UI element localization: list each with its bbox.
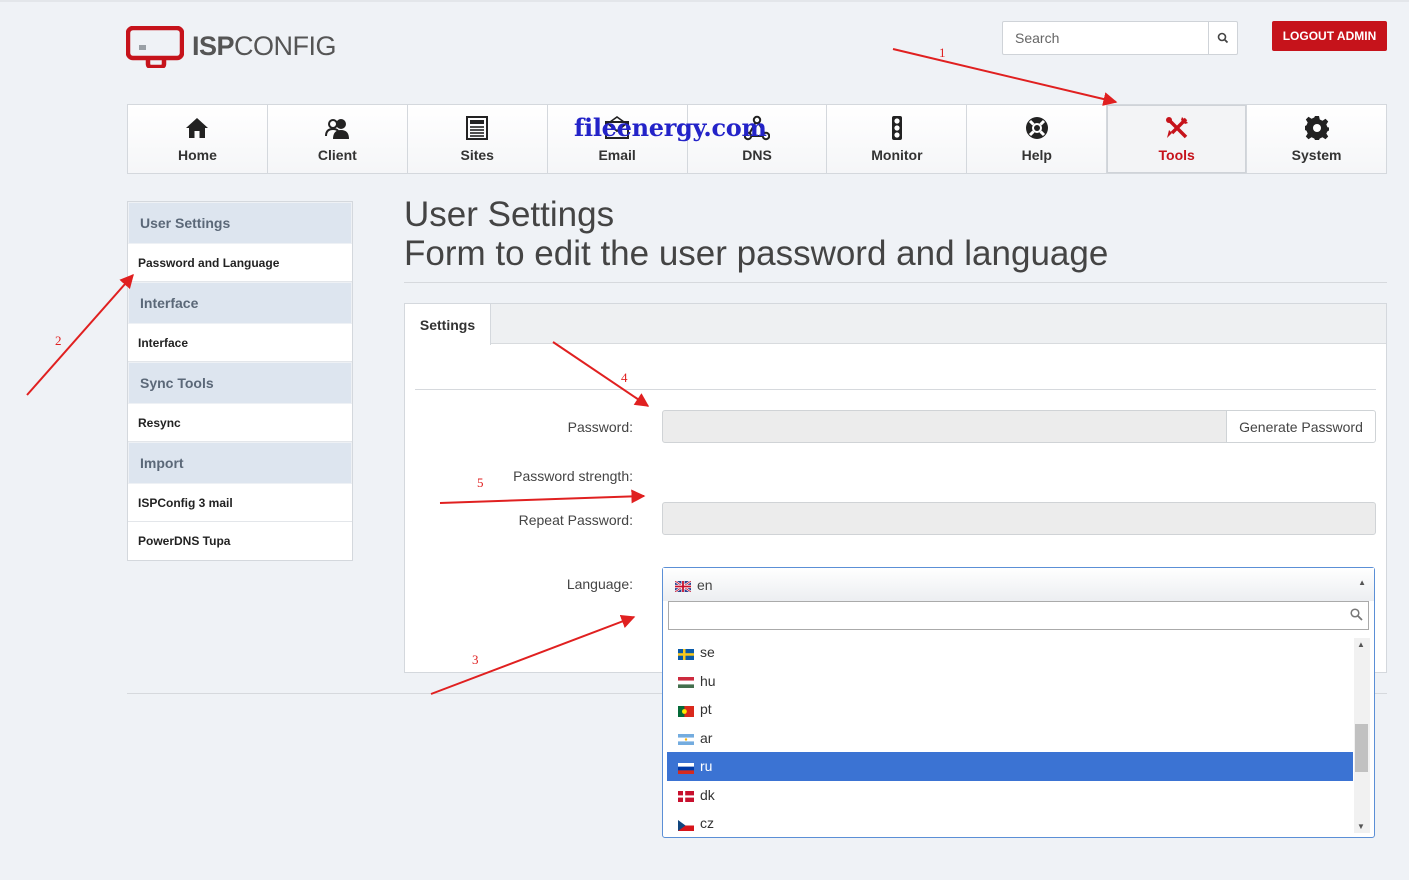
- language-option-pt[interactable]: pt: [667, 695, 1353, 724]
- sidebar-item-password-language[interactable]: Password and Language: [128, 244, 352, 282]
- logo-text: ISPCONFIG: [192, 30, 337, 61]
- nav-sites[interactable]: Sites: [407, 105, 548, 173]
- hungary-flag-icon: [678, 675, 694, 689]
- nav-label: DNS: [742, 147, 772, 163]
- logo-mark-icon: [125, 25, 185, 70]
- form-divider: [415, 389, 1376, 390]
- nav-label: Email: [598, 147, 636, 163]
- search-icon: [1217, 32, 1229, 44]
- sidebar-item-interface[interactable]: Interface: [128, 324, 352, 362]
- language-options: se hu pt ar ru dk cz: [667, 638, 1353, 838]
- gear-icon: [1304, 116, 1329, 140]
- nav-help[interactable]: Help: [967, 105, 1108, 173]
- nav-monitor[interactable]: Monitor: [827, 105, 968, 173]
- language-option-ar[interactable]: ar: [667, 724, 1353, 753]
- nav-label: Monitor: [871, 147, 923, 163]
- annotation-arrow-2: [26, 273, 134, 396]
- sidebar-section-import: Import: [128, 442, 352, 484]
- annotation-number-2: 2: [55, 333, 62, 348]
- annotation-arrow-1: [892, 48, 1118, 106]
- page-title: User Settings Form to edit the user pass…: [404, 195, 1108, 273]
- language-label: Language:: [566, 576, 633, 592]
- nav-home[interactable]: Home: [128, 105, 268, 173]
- tools-icon: [1165, 117, 1188, 139]
- option-label: cz: [700, 815, 714, 832]
- option-label: ru: [700, 758, 713, 775]
- sweden-flag-icon: [678, 647, 694, 660]
- nav-label: Client: [317, 147, 357, 163]
- sidebar-section-user-settings: User Settings: [128, 202, 352, 244]
- sidebar-item-powerdns-tupa[interactable]: PowerDNS Tupa: [128, 522, 352, 560]
- argentina-flag-icon: [678, 732, 694, 746]
- home-icon: [186, 118, 209, 138]
- tab-bar: [405, 304, 1386, 344]
- language-selected-value: en: [697, 576, 713, 593]
- password-field[interactable]: [662, 410, 1228, 443]
- uk-flag-icon: [674, 579, 692, 593]
- language-scrollbar[interactable]: ▲ ▼: [1354, 638, 1370, 833]
- users-icon: [325, 119, 350, 139]
- page-title-line1: User Settings: [404, 195, 615, 234]
- search-icon: [1350, 608, 1363, 621]
- traffic-light-icon: [891, 116, 902, 140]
- language-option-se[interactable]: se: [667, 638, 1353, 667]
- life-ring-icon: [1025, 117, 1048, 139]
- logout-button[interactable]: LOGOUT ADMIN: [1272, 21, 1387, 51]
- nav-client[interactable]: Client: [267, 105, 408, 173]
- language-search-input[interactable]: [669, 602, 1368, 629]
- russia-flag-icon: [678, 761, 694, 774]
- option-label: dk: [700, 786, 715, 803]
- language-option-ru[interactable]: ru: [667, 752, 1353, 781]
- option-label: pt: [700, 701, 712, 718]
- sidebar: User Settings Password and Language Inte…: [127, 201, 353, 561]
- title-divider: [404, 282, 1387, 283]
- option-label: se: [700, 644, 715, 661]
- password-strength-label: Password strength:: [513, 468, 633, 484]
- nav-system[interactable]: System: [1247, 105, 1387, 173]
- password-label: Password:: [567, 419, 633, 435]
- annotation-number-3: 3: [472, 652, 479, 667]
- language-select-current[interactable]: en ▲: [663, 568, 1374, 601]
- repeat-password-field[interactable]: [662, 502, 1376, 535]
- search-button[interactable]: [1208, 22, 1237, 54]
- tab-settings[interactable]: Settings: [405, 304, 491, 345]
- scroll-down-icon[interactable]: ▼: [1357, 822, 1365, 831]
- watermark-text: fileenergy.com: [574, 113, 767, 142]
- annotation-number-1: 1: [939, 45, 946, 60]
- sidebar-section-interface: Interface: [128, 282, 352, 324]
- header-search: [1002, 21, 1238, 55]
- denmark-flag-icon: [678, 789, 694, 803]
- nav-tools[interactable]: Tools: [1107, 105, 1248, 173]
- nav-label: System: [1291, 147, 1342, 163]
- nav-label: Help: [1021, 147, 1052, 163]
- page-title-line2: Form to edit the user password and langu…: [404, 234, 1109, 273]
- search-input[interactable]: [1003, 22, 1208, 54]
- sidebar-item-resync[interactable]: Resync: [128, 404, 352, 442]
- option-label: ar: [700, 729, 713, 746]
- language-select[interactable]: en ▲ se hu pt ar ru dk cz ▲ ▼: [662, 567, 1375, 838]
- language-option-dk[interactable]: dk: [667, 781, 1353, 810]
- repeat-password-label: Repeat Password:: [518, 512, 633, 528]
- portugal-flag-icon: [678, 704, 694, 717]
- ispconfig-logo[interactable]: ISPCONFIG: [125, 25, 337, 70]
- scroll-up-icon[interactable]: ▲: [1357, 640, 1365, 649]
- annotation-number-4: 4: [621, 370, 628, 385]
- language-search: [668, 601, 1369, 630]
- option-label: hu: [700, 672, 716, 689]
- czech-flag-icon: [678, 818, 694, 831]
- nav-label: Tools: [1158, 147, 1195, 163]
- sidebar-section-sync-tools: Sync Tools: [128, 362, 352, 404]
- sites-icon: [466, 116, 489, 140]
- caret-up-icon: ▲: [1358, 578, 1366, 587]
- scroll-thumb[interactable]: [1355, 724, 1368, 772]
- annotation-number-5: 5: [477, 475, 484, 490]
- language-option-hu[interactable]: hu: [667, 667, 1353, 696]
- nav-label: Home: [177, 147, 217, 163]
- sidebar-item-ispconfig-mail[interactable]: ISPConfig 3 mail: [128, 484, 352, 522]
- language-option-cz[interactable]: cz: [667, 809, 1353, 838]
- generate-password-button[interactable]: Generate Password: [1226, 410, 1376, 443]
- nav-label: Sites: [460, 147, 494, 163]
